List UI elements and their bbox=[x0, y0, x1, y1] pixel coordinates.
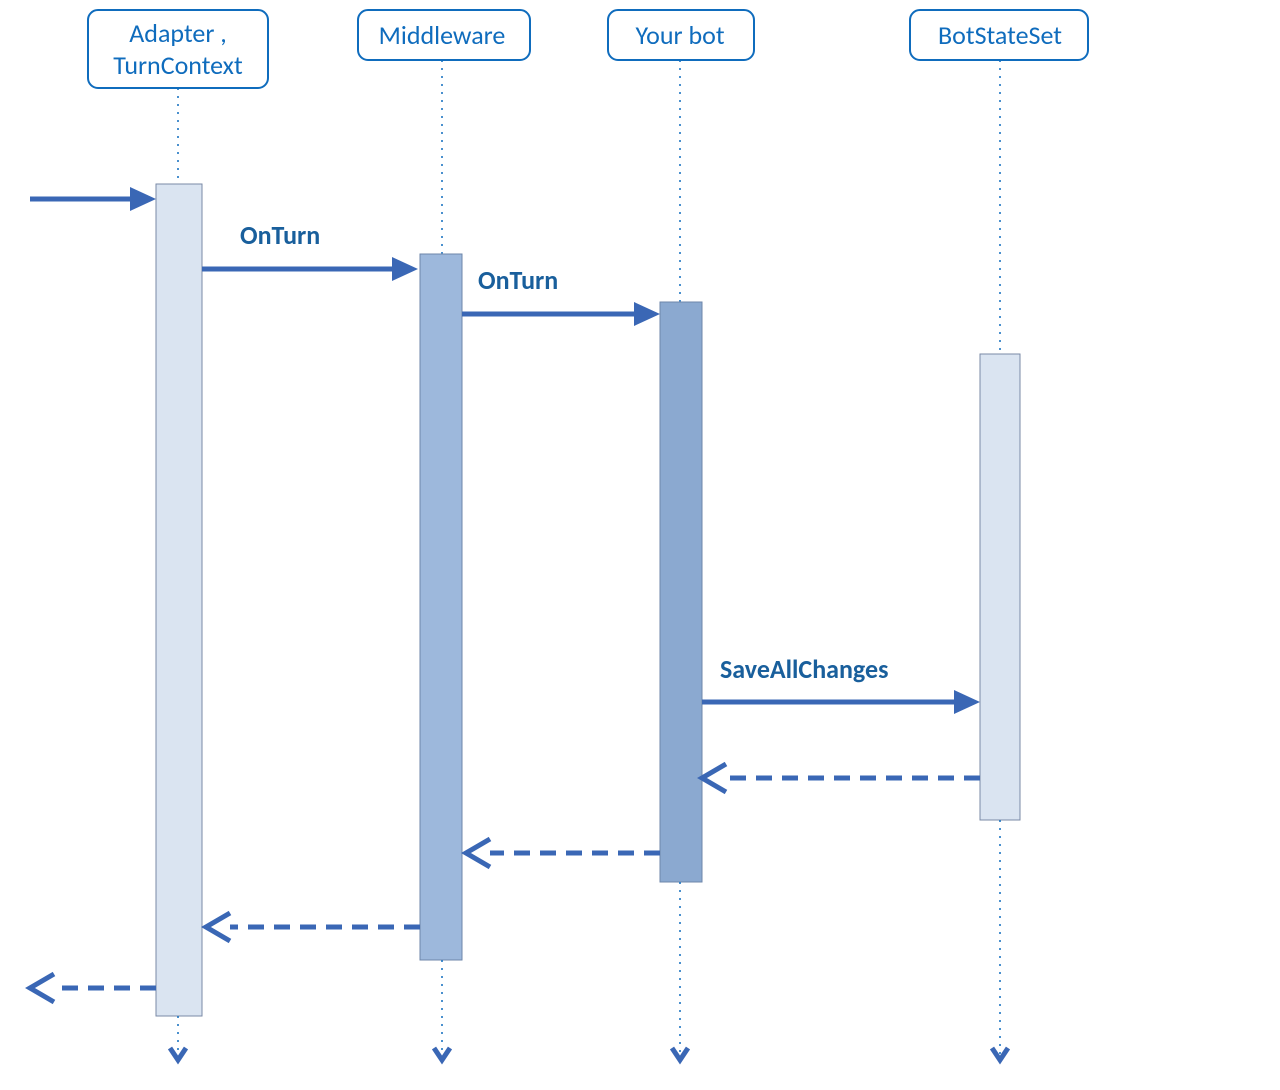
participant-yourbot: Your bot bbox=[608, 10, 754, 60]
return-middleware bbox=[206, 913, 420, 941]
participant-yourbot-label: Your bot bbox=[635, 19, 724, 51]
participant-botstateset: BotStateSet bbox=[910, 10, 1088, 60]
participant-adapter-label1: Adapter , bbox=[129, 17, 227, 49]
participant-middleware-label: Middleware bbox=[379, 19, 506, 51]
participant-adapter: Adapter , TurnContext bbox=[88, 10, 268, 88]
message-onturn-1: OnTurn bbox=[202, 219, 418, 281]
activation-middleware bbox=[420, 254, 462, 960]
sequence-diagram: Adapter , TurnContext Middleware Your bo… bbox=[0, 0, 1280, 1090]
message-in bbox=[30, 187, 156, 211]
return-bot bbox=[466, 839, 660, 867]
participant-botstateset-label: BotStateSet bbox=[938, 19, 1062, 51]
return-save bbox=[702, 764, 980, 792]
message-onturn-2: OnTurn bbox=[462, 264, 660, 326]
return-out bbox=[30, 974, 156, 1002]
participant-adapter-label2: TurnContext bbox=[113, 49, 243, 81]
lifeline-adapter-bottom bbox=[170, 1016, 186, 1060]
lifeline-yourbot-bottom bbox=[672, 882, 688, 1060]
message-onturn-2-label: OnTurn bbox=[478, 264, 558, 296]
activation-botstateset bbox=[980, 354, 1020, 820]
message-saveallchanges-label: SaveAllChanges bbox=[720, 653, 888, 685]
activation-adapter bbox=[156, 184, 202, 1016]
lifeline-middleware-bottom bbox=[434, 960, 450, 1060]
message-onturn-1-label: OnTurn bbox=[240, 219, 320, 251]
participant-middleware: Middleware bbox=[358, 10, 530, 60]
lifeline-botstateset-bottom bbox=[992, 820, 1008, 1060]
message-saveallchanges: SaveAllChanges bbox=[702, 653, 980, 714]
activation-yourbot bbox=[660, 302, 702, 882]
